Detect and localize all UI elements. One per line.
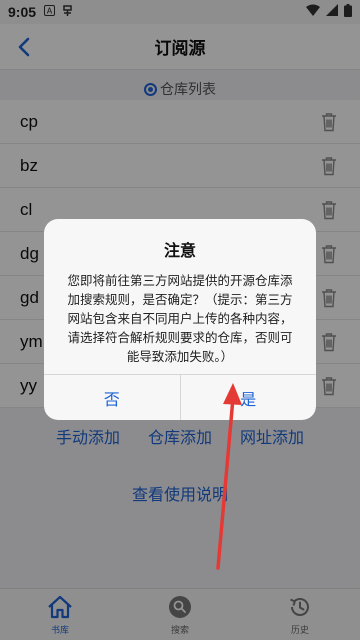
confirm-dialog: 注意 您即将前往第三方网站提供的开源仓库添加搜索规则，是否确定？（提示：第三方网… — [44, 219, 316, 420]
dialog-title: 注意 — [163, 241, 196, 260]
dialog-message: 您即将前往第三方网站提供的开源仓库添加搜索规则，是否确定？（提示：第三方网站包含… — [67, 273, 293, 364]
confirm-button[interactable]: 是 — [181, 375, 317, 420]
cancel-button[interactable]: 否 — [44, 375, 181, 420]
dialog-buttons: 否 是 — [44, 374, 316, 420]
